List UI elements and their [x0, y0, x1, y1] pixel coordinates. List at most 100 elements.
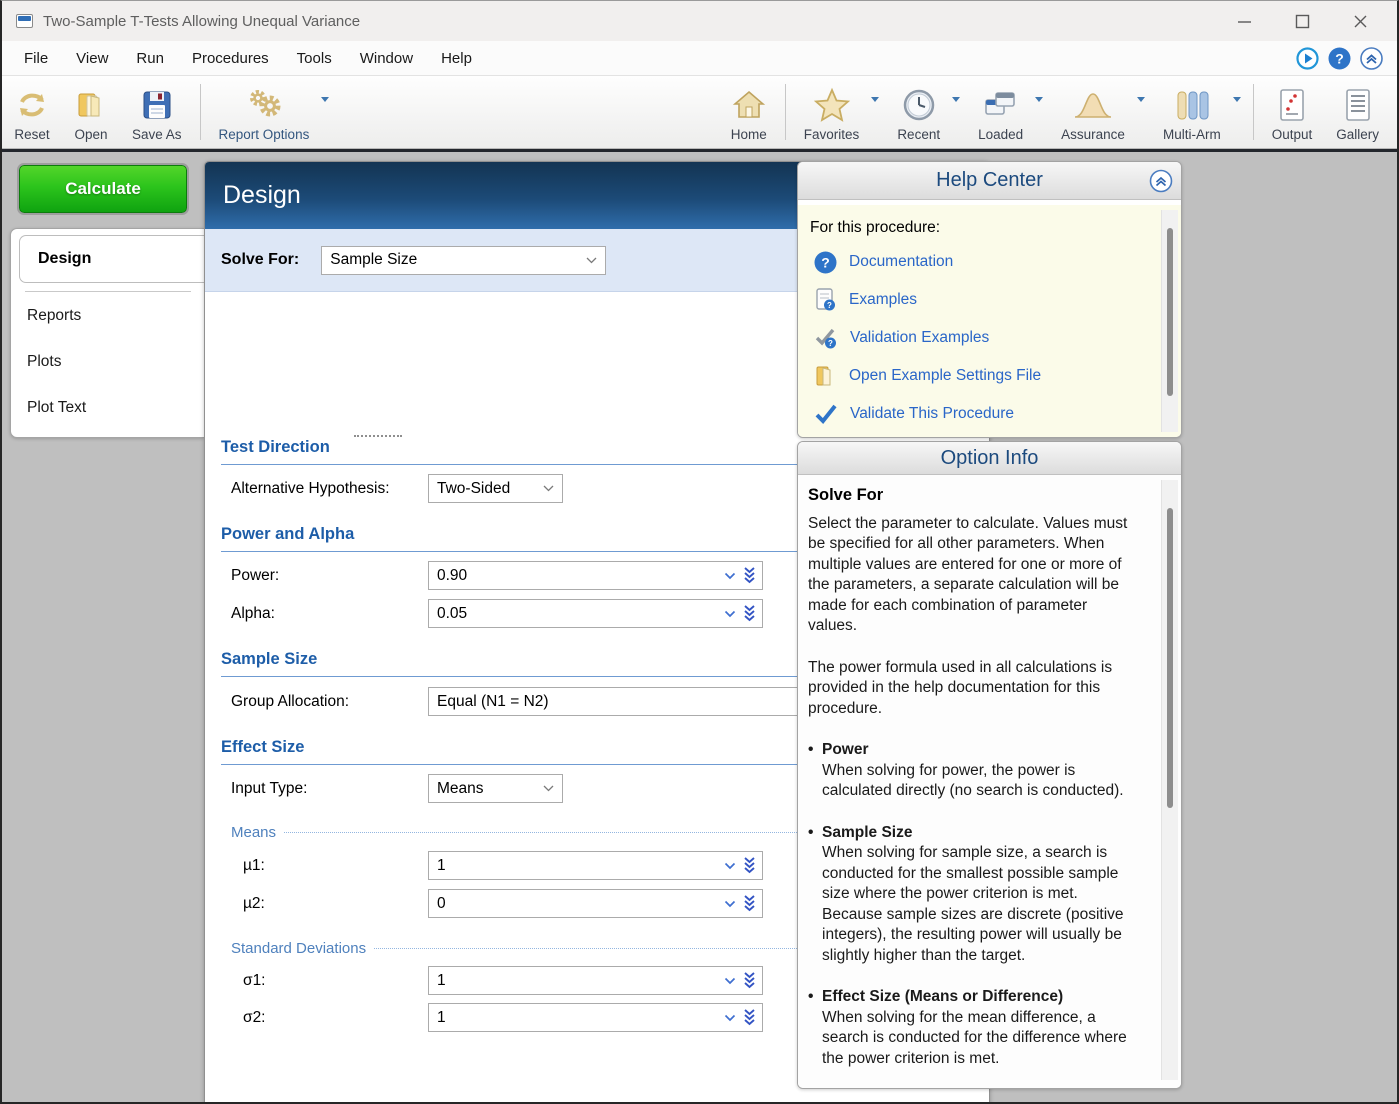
- alternative-hypothesis-dropdown[interactable]: Two-Sided: [428, 474, 563, 503]
- multi-arm-button[interactable]: Multi-Arm: [1151, 76, 1233, 148]
- sigma2-input-field[interactable]: [429, 1009, 724, 1027]
- report-options-gears-icon: [242, 85, 286, 125]
- report-options-button[interactable]: Report Options: [207, 76, 322, 148]
- input-type-dropdown[interactable]: Means: [428, 774, 563, 803]
- menu-procedures[interactable]: Procedures: [178, 44, 283, 73]
- chevron-down-icon: [586, 257, 597, 264]
- help-link-examples[interactable]: ? Examples: [814, 285, 917, 315]
- help-center-scroll-thumb[interactable]: [1167, 228, 1173, 396]
- minimize-button[interactable]: [1215, 1, 1273, 41]
- alpha-input[interactable]: [428, 599, 763, 628]
- menu-help[interactable]: Help: [427, 44, 486, 73]
- help-link-validate-procedure[interactable]: Validate This Procedure: [814, 399, 1014, 429]
- open-button[interactable]: Open: [62, 76, 120, 148]
- maximize-button[interactable]: [1273, 1, 1331, 41]
- loaded-dropdown-arrow[interactable]: [1035, 97, 1043, 102]
- menu-view[interactable]: View: [62, 44, 122, 73]
- home-button[interactable]: Home: [719, 76, 779, 148]
- chevron-down-icon[interactable]: [724, 862, 736, 870]
- solve-for-label: Solve For:: [221, 251, 299, 269]
- alpha-input-field[interactable]: [429, 605, 724, 623]
- favorites-button[interactable]: Favorites: [792, 76, 872, 148]
- tab-reports[interactable]: Reports: [27, 301, 187, 331]
- solve-for-dropdown[interactable]: Sample Size: [321, 246, 606, 275]
- reset-button[interactable]: Reset: [2, 76, 62, 148]
- chevron-down-icon[interactable]: [724, 572, 736, 580]
- sigma1-input-field[interactable]: [429, 972, 724, 990]
- loaded-button[interactable]: Loaded: [966, 76, 1035, 148]
- toolbar-separator: [200, 84, 201, 140]
- mu2-input[interactable]: [428, 889, 763, 918]
- assurance-dropdown-arrow[interactable]: [1137, 97, 1145, 102]
- loaded-windows-icon: [982, 85, 1020, 125]
- menu-window[interactable]: Window: [346, 44, 427, 73]
- help-icon[interactable]: ?: [1328, 47, 1351, 70]
- assurance-button[interactable]: Assurance: [1049, 76, 1137, 148]
- sigma1-input[interactable]: [428, 966, 763, 995]
- report-options-dropdown-arrow[interactable]: [321, 97, 329, 102]
- help-link-validation-examples[interactable]: ? Validation Examples: [814, 323, 989, 353]
- power-input[interactable]: [428, 561, 763, 590]
- close-button[interactable]: [1331, 1, 1389, 41]
- menu-run[interactable]: Run: [122, 44, 178, 73]
- menu-tools[interactable]: Tools: [283, 44, 346, 73]
- option-info-title: Option Info: [941, 447, 1039, 470]
- option-info-body: Solve For Select the parameter to calcul…: [798, 475, 1181, 1088]
- recent-button[interactable]: Recent: [885, 76, 952, 148]
- open-folder-icon: [74, 85, 108, 125]
- menu-file[interactable]: File: [10, 44, 62, 73]
- option-info-paragraph: Select the parameter to calculate. Value…: [808, 514, 1138, 637]
- help-center-body: For this procedure: ? Documentation ?: [798, 205, 1181, 437]
- multi-value-chevrons-icon[interactable]: [743, 567, 756, 584]
- calculate-button[interactable]: Calculate: [19, 165, 187, 213]
- mu1-input[interactable]: [428, 851, 763, 880]
- svg-text:?: ?: [1335, 50, 1344, 66]
- run-play-icon[interactable]: [1296, 47, 1319, 70]
- help-link-documentation[interactable]: ? Documentation: [814, 247, 953, 277]
- collapse-panel-icon[interactable]: [1360, 47, 1383, 70]
- gallery-button[interactable]: Gallery: [1324, 76, 1391, 148]
- help-center-collapse-button[interactable]: [1149, 169, 1173, 193]
- chevron-down-icon[interactable]: [724, 977, 736, 985]
- chevron-down-icon[interactable]: [724, 900, 736, 908]
- chevron-down-icon[interactable]: [724, 1014, 736, 1022]
- power-input-field[interactable]: [429, 567, 724, 585]
- option-info-bullet-power: • Power When solving for power, the powe…: [808, 740, 1138, 802]
- help-center-scrollbar[interactable]: [1161, 210, 1178, 432]
- examples-icon: ?: [814, 288, 837, 312]
- recent-clock-icon: [901, 85, 937, 125]
- recent-dropdown-arrow[interactable]: [952, 97, 960, 102]
- option-info-scrollbar[interactable]: [1161, 480, 1178, 1080]
- multi-value-chevrons-icon[interactable]: [743, 895, 756, 912]
- chevron-down-icon[interactable]: [724, 610, 736, 618]
- toolbar-separator: [1253, 84, 1254, 140]
- multi-value-chevrons-icon[interactable]: [743, 605, 756, 622]
- mu2-input-field[interactable]: [429, 895, 724, 913]
- svg-text:?: ?: [821, 254, 830, 270]
- tab-plots[interactable]: Plots: [27, 347, 187, 377]
- multi-value-chevrons-icon[interactable]: [743, 857, 756, 874]
- help-link-open-example-settings[interactable]: Open Example Settings File: [814, 361, 1041, 391]
- group-allocation-dropdown[interactable]: Equal (N1 = N2): [428, 687, 833, 716]
- option-info-scroll-thumb[interactable]: [1167, 508, 1173, 808]
- output-icon: [1276, 85, 1308, 125]
- mu2-label: µ2:: [243, 895, 428, 913]
- save-as-button[interactable]: Save As: [120, 76, 194, 148]
- tab-plot-text[interactable]: Plot Text: [27, 393, 187, 423]
- home-icon: [731, 85, 767, 125]
- multi-arm-dropdown-arrow[interactable]: [1233, 97, 1241, 102]
- work-area: Calculate Design Reports Plots Plot Text…: [2, 152, 1397, 1104]
- mu1-input-field[interactable]: [429, 857, 724, 875]
- chevron-down-icon: [543, 485, 554, 492]
- favorites-dropdown-arrow[interactable]: [871, 97, 879, 102]
- panel-splitter-horizontal[interactable]: [354, 435, 402, 437]
- option-info-bullet-effect-size: • Effect Size (Means or Difference) When…: [808, 987, 1138, 1069]
- tab-design[interactable]: Design: [19, 235, 207, 283]
- multi-value-chevrons-icon[interactable]: [743, 972, 756, 989]
- app-window: Two-Sample T-Tests Allowing Unequal Vari…: [0, 0, 1399, 1104]
- multi-value-chevrons-icon[interactable]: [743, 1009, 756, 1026]
- output-button[interactable]: Output: [1260, 76, 1325, 148]
- sigma2-input[interactable]: [428, 1003, 763, 1032]
- sigma2-label: σ2:: [243, 1009, 428, 1027]
- documentation-icon: ?: [814, 251, 837, 274]
